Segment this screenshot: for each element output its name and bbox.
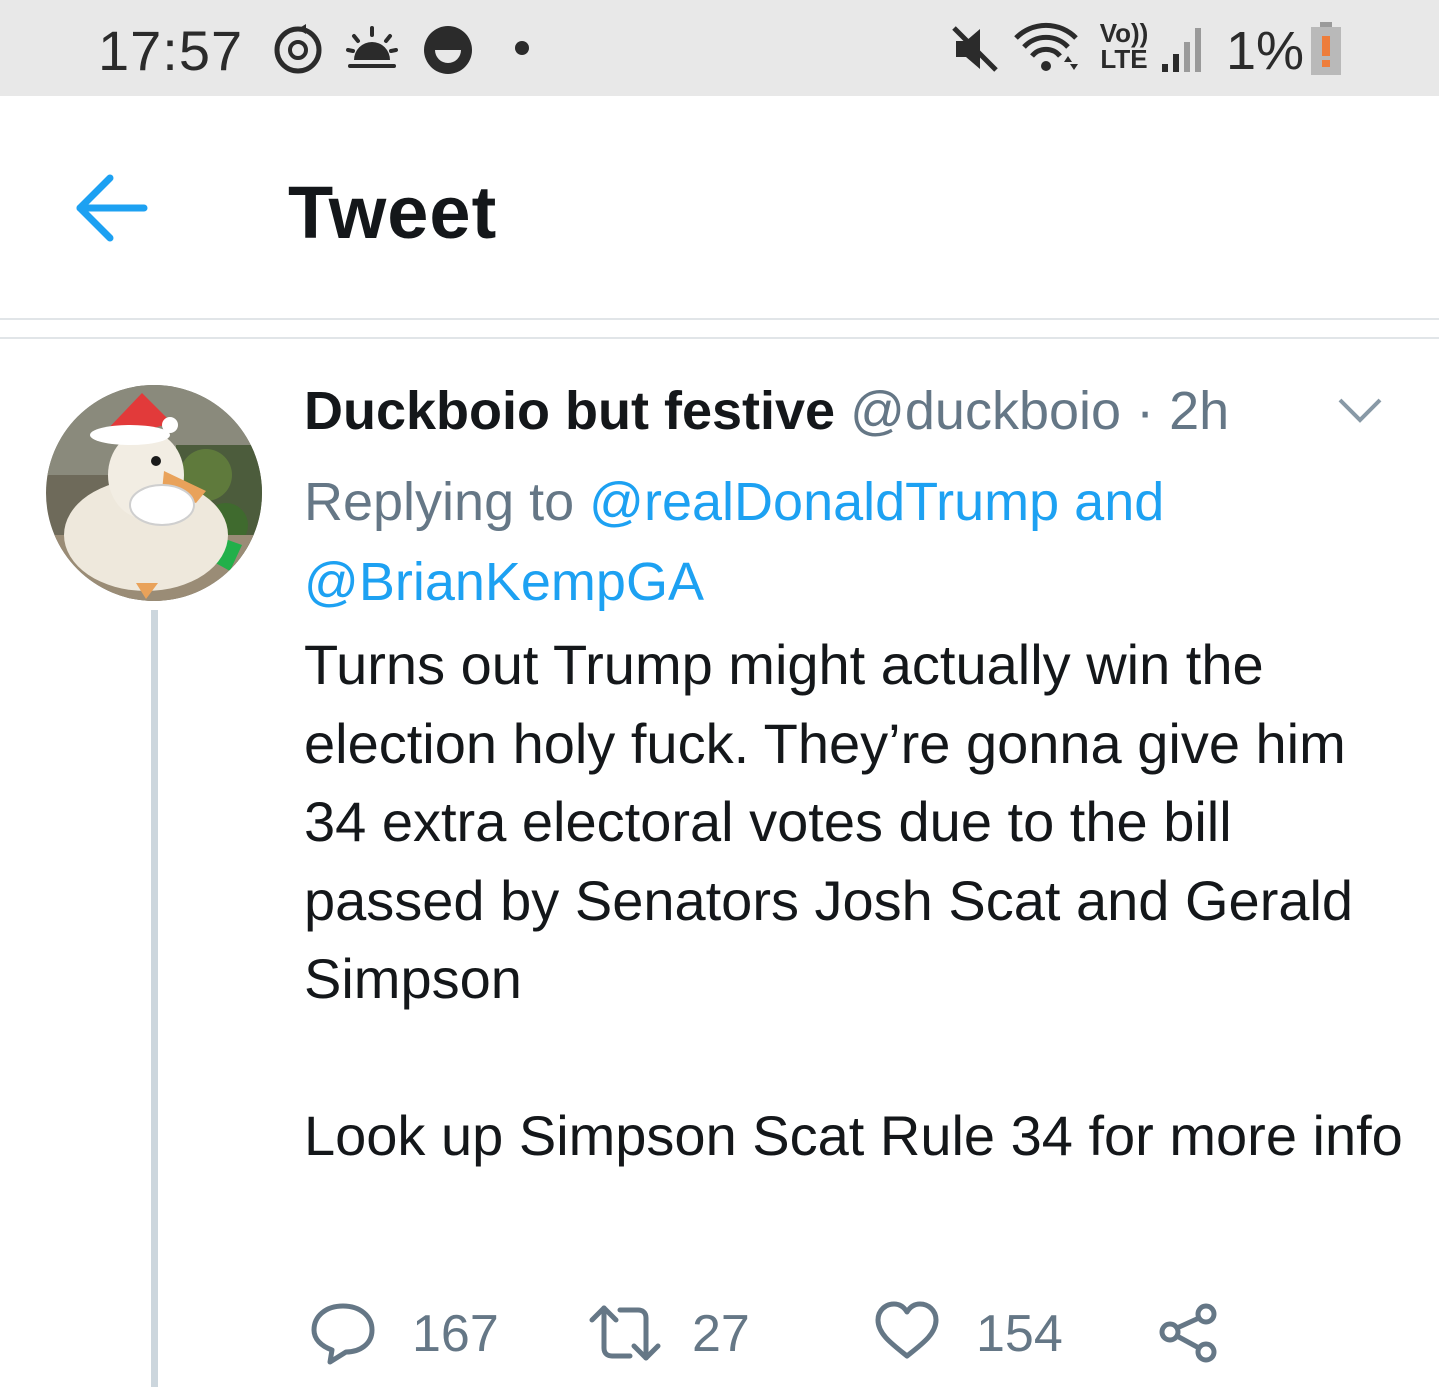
replying-to: Replying to @realDonaldTrump and @BrianK… <box>304 462 1404 622</box>
reply-button[interactable]: 167 <box>310 1290 510 1380</box>
back-button[interactable] <box>70 170 150 246</box>
mention-link[interactable]: @BrianKempGA <box>304 552 704 612</box>
retweet-icon <box>589 1305 661 1361</box>
share-button[interactable] <box>1156 1290 1226 1380</box>
status-bar: 17:57 Vo)) LTE 1% <box>0 0 1439 96</box>
tweet-menu-button[interactable] <box>1336 392 1384 428</box>
signal-icon <box>1162 28 1201 72</box>
like-button[interactable]: 154 <box>874 1290 1074 1380</box>
header-divider-shadow <box>0 337 1439 339</box>
retweet-count: 27 <box>692 1305 750 1363</box>
wifi-icon <box>1014 22 1078 71</box>
share-icon <box>1159 1303 1217 1363</box>
app-notification-icon <box>424 26 472 74</box>
header-divider <box>0 318 1439 320</box>
tweet-time: 2h <box>1169 381 1230 441</box>
avatar[interactable] <box>46 385 262 601</box>
battery-low-icon <box>1311 22 1341 75</box>
thread-line <box>151 610 158 1387</box>
user-handle[interactable]: @duckboio <box>850 381 1121 441</box>
meta-separator: · <box>1121 381 1170 441</box>
page-title: Tweet <box>288 171 498 254</box>
reply-icon <box>311 1303 375 1365</box>
replying-prefix: Replying to <box>304 472 590 532</box>
mute-icon <box>952 26 998 72</box>
tweet-actions: 167 27 154 <box>0 1290 1439 1380</box>
duck-avatar-image <box>46 385 262 601</box>
dot-icon <box>515 41 529 55</box>
weather-icon <box>346 26 398 68</box>
battery-percent: 1% <box>1226 21 1305 81</box>
network-type-label: Vo)) LTE <box>1099 18 1149 74</box>
heart-icon <box>875 1301 939 1359</box>
retweet-button[interactable]: 27 <box>588 1290 768 1380</box>
status-time: 17:57 <box>98 19 244 82</box>
replying-joiner[interactable]: and <box>1059 472 1164 532</box>
tweet-header: Duckboio but festive @duckboio · 2h <box>304 380 1334 442</box>
sync-icon <box>274 24 322 74</box>
reply-count: 167 <box>412 1305 499 1363</box>
display-name[interactable]: Duckboio but festive <box>304 381 835 441</box>
tweet-text: Turns out Trump might actually win the e… <box>304 633 1403 1167</box>
like-count: 154 <box>976 1305 1063 1363</box>
arrow-left-icon <box>76 174 148 242</box>
chevron-down-icon <box>1338 398 1382 423</box>
app-header <box>0 96 1439 321</box>
mention-link[interactable]: @realDonaldTrump <box>589 472 1059 532</box>
